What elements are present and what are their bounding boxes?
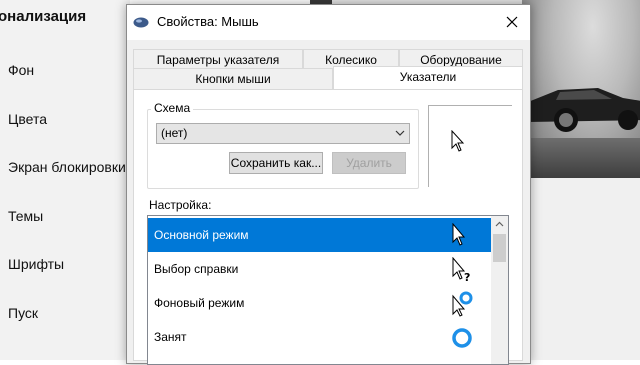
nav-item-background[interactable]: Фон <box>8 62 126 111</box>
customize-label: Настройка: <box>149 198 212 212</box>
chevron-up-icon <box>495 221 504 227</box>
save-as-button[interactable]: Сохранить как... <box>229 152 323 174</box>
pointer-list[interactable]: Основной режим Выбор справки ? Фоновый р… <box>147 215 509 365</box>
settings-sidebar: онализация Фон Цвета Экран блокировки Те… <box>0 0 130 360</box>
list-item-label: Выбор справки <box>154 262 239 276</box>
dialog-titlebar[interactable]: Свойства: Мышь <box>127 5 530 40</box>
ground <box>522 138 640 178</box>
car-image <box>528 88 640 132</box>
dialog-title: Свойства: Мышь <box>157 14 259 29</box>
list-scrollbar[interactable] <box>491 216 508 364</box>
mouse-icon <box>133 17 149 28</box>
scroll-thumb[interactable] <box>493 234 506 262</box>
arrow-cursor-icon <box>451 130 465 152</box>
chevron-down-icon <box>395 130 405 136</box>
tab-buttons[interactable]: Кнопки мыши <box>133 68 333 90</box>
nav-item-lock-screen[interactable]: Экран блокировки <box>8 159 126 208</box>
svg-text:?: ? <box>464 271 470 283</box>
cursor-preview-box <box>428 105 512 187</box>
nav-item-start[interactable]: Пуск <box>8 305 126 354</box>
list-item-busy[interactable]: Занят <box>148 320 491 354</box>
nav-item-fonts[interactable]: Шрифты <box>8 256 126 305</box>
scheme-value: (нет) <box>161 126 188 140</box>
list-item-label: Занят <box>154 330 187 344</box>
list-item-working-in-background[interactable]: Фоновый режим <box>148 286 491 320</box>
arrow-cursor-icon <box>452 223 466 246</box>
scheme-label: Схема <box>151 101 194 115</box>
scheme-group <box>147 109 419 189</box>
tab-pointers[interactable]: Указатели <box>333 66 523 90</box>
settings-content-area <box>522 178 640 360</box>
tab-pointer-options[interactable]: Параметры указателя <box>133 49 303 69</box>
list-item-label: Основной режим <box>154 228 249 242</box>
list-item-help-select[interactable]: Выбор справки ? <box>148 252 491 286</box>
scroll-up-button[interactable] <box>491 216 508 232</box>
scheme-dropdown[interactable]: (нет) <box>156 123 410 144</box>
nav-item-themes[interactable]: Темы <box>8 208 126 257</box>
settings-page-title: онализация <box>0 8 87 25</box>
delete-button[interactable]: Удалить <box>332 152 406 174</box>
mouse-properties-dialog: Свойства: Мышь Параметры указателя Колес… <box>126 4 531 365</box>
background-preview-image <box>522 0 640 178</box>
nav-item-colors[interactable]: Цвета <box>8 111 126 160</box>
close-icon <box>506 16 518 28</box>
help-cursor-icon: ? <box>452 257 470 283</box>
busy-cursor-icon <box>452 328 472 348</box>
list-item-label: Фоновый режим <box>154 296 245 310</box>
list-item-normal-select[interactable]: Основной режим <box>148 218 491 252</box>
settings-nav: Фон Цвета Экран блокировки Темы Шрифты П… <box>8 62 126 353</box>
close-button[interactable] <box>497 7 527 37</box>
working-in-background-cursor-icon <box>452 291 473 317</box>
